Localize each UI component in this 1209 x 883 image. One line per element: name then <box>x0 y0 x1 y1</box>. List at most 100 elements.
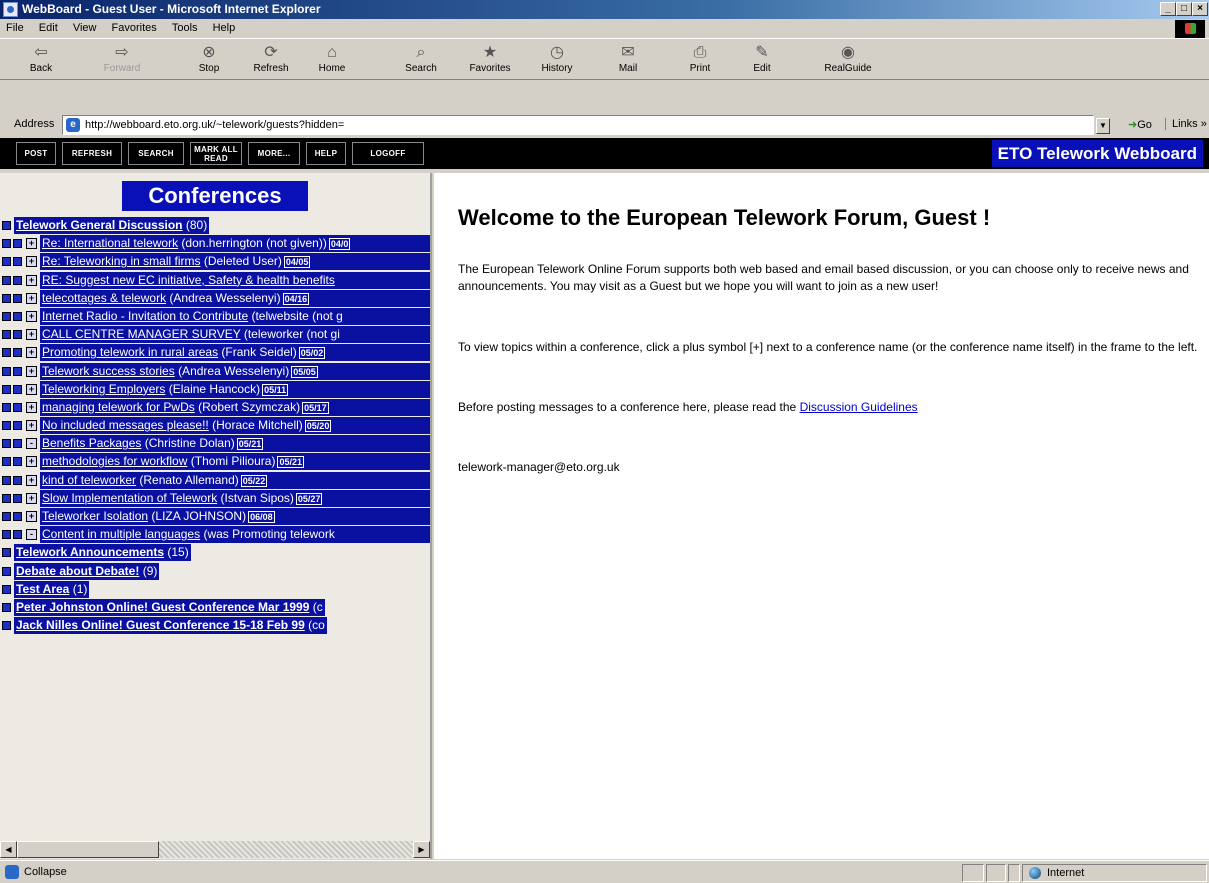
links-button[interactable]: Links » <box>1165 118 1207 130</box>
conference-title[interactable]: Peter Johnston Online! Guest Conference … <box>16 600 309 614</box>
conference-title[interactable]: Debate about Debate! <box>16 564 139 578</box>
topic-title[interactable]: Telework success stories <box>42 364 175 378</box>
expand-topic-icon[interactable]: + <box>26 329 37 341</box>
scroll-left-icon[interactable]: ◀ <box>0 841 17 858</box>
scroll-thumb[interactable] <box>17 841 159 858</box>
topic-row[interactable]: + Re: International telework (don.herring… <box>0 235 430 253</box>
topic-title[interactable]: No included messages please!! <box>42 418 209 432</box>
menu-tools[interactable]: Tools <box>166 19 204 34</box>
topic-title[interactable]: CALL CENTRE MANAGER SURVEY <box>42 327 241 341</box>
expand-topic-icon[interactable]: + <box>26 456 37 468</box>
collapse-topic-icon[interactable]: - <box>26 438 37 450</box>
refresh-button[interactable]: ⟳ Refresh <box>250 41 292 79</box>
conference-row[interactable]: Peter Johnston Online! Guest Conference … <box>0 598 430 617</box>
topic-row[interactable]: + Teleworking Employers (Elaine Hancock) 0… <box>0 380 430 399</box>
topic-row[interactable]: + Telework success stories (Andrea Wessel… <box>0 362 430 381</box>
collapse-topic-icon[interactable]: - <box>26 529 37 541</box>
go-button[interactable]: ➜Go <box>1128 118 1152 131</box>
topic-row[interactable]: + managing telework for PwDs (Robert Szym… <box>0 398 430 417</box>
horizontal-scrollbar[interactable]: ◀ ▶ <box>0 841 430 858</box>
topic-title[interactable]: Re: International telework <box>42 236 178 250</box>
menu-edit[interactable]: Edit <box>33 19 64 34</box>
expand-conference-icon[interactable] <box>2 221 11 230</box>
mail-button[interactable]: ✉ Mail <box>608 41 648 79</box>
forward-button[interactable]: ⇨ Forward <box>92 41 152 79</box>
expand-conference-icon[interactable] <box>2 602 11 612</box>
realguide-button[interactable]: ◉ RealGuide <box>820 41 876 79</box>
conference-title[interactable]: Test Area <box>16 582 69 596</box>
back-button[interactable]: ⇦ Back <box>18 41 64 79</box>
expand-topic-icon[interactable]: + <box>26 256 37 268</box>
expand-topic-icon[interactable]: + <box>26 401 37 413</box>
topic-title[interactable]: Slow Implementation of Telework <box>42 491 217 505</box>
logoff-button[interactable]: LOGOFF <box>352 142 424 165</box>
search-button[interactable]: SEARCH <box>128 142 184 165</box>
search-button[interactable]: ⌕ Search <box>395 41 447 79</box>
conference-row[interactable]: Test Area (1) <box>0 580 430 599</box>
menu-view[interactable]: View <box>67 19 103 34</box>
topic-row[interactable]: + Slow Implementation of Telework (Istvan… <box>0 489 430 508</box>
discussion-guidelines-link[interactable]: Discussion Guidelines <box>800 400 918 414</box>
topic-title[interactable]: RE: Suggest new EC initiative, Safety & … <box>42 273 335 287</box>
home-button[interactable]: ⌂ Home <box>312 41 352 79</box>
expand-topic-icon[interactable]: + <box>26 274 37 286</box>
topic-row[interactable]: + Re: Teleworking in small firms (Deleted… <box>0 253 430 271</box>
menu-favorites[interactable]: Favorites <box>106 19 163 34</box>
conference-row[interactable]: Telework Announcements (15) <box>0 544 430 562</box>
address-input[interactable]: e http://webboard.eto.org.uk/~telework/g… <box>62 115 1094 135</box>
topic-title[interactable]: managing telework for PwDs <box>42 400 195 414</box>
expand-topic-icon[interactable]: + <box>26 365 37 377</box>
topic-row[interactable]: + Promoting telework in rural areas (Fran… <box>0 344 430 362</box>
expand-topic-icon[interactable]: + <box>26 492 37 504</box>
topic-title[interactable]: Internet Radio - Invitation to Contribut… <box>42 309 248 323</box>
topic-title[interactable]: methodologies for workflow <box>42 454 187 468</box>
scroll-right-icon[interactable]: ▶ <box>413 841 430 858</box>
maximize-button[interactable]: □ <box>1176 2 1192 16</box>
conference-title[interactable]: Telework Announcements <box>16 545 164 559</box>
topic-title[interactable]: Content in multiple languages <box>42 527 200 541</box>
more-button[interactable]: MORE... <box>248 142 300 165</box>
topic-row[interactable]: + telecottages & telework (Andrea Wessele… <box>0 289 430 308</box>
conference-row[interactable]: Telework General Discussion (80) <box>0 217 430 235</box>
minimize-button[interactable]: _ <box>1160 2 1176 16</box>
expand-topic-icon[interactable]: + <box>26 310 37 322</box>
conference-title[interactable]: Jack Nilles Online! Guest Conference 15-… <box>16 618 305 632</box>
topic-row[interactable]: + No included messages please!! (Horace M… <box>0 417 430 435</box>
topic-title[interactable]: Teleworking Employers <box>42 382 165 396</box>
expand-conference-icon[interactable] <box>2 566 11 576</box>
edit-button[interactable]: ✎ Edit <box>742 41 782 79</box>
menu-file[interactable]: File <box>0 19 30 34</box>
expand-conference-icon[interactable] <box>2 548 11 558</box>
favorites-button[interactable]: ★ Favorites <box>462 41 518 79</box>
conference-row[interactable]: Jack Nilles Online! Guest Conference 15-… <box>0 617 430 635</box>
address-dropdown-button[interactable]: ▼ <box>1096 118 1110 134</box>
topic-row[interactable]: + methodologies for workflow (Thomi Pilio… <box>0 453 430 471</box>
refresh-button[interactable]: REFRESH <box>62 142 122 165</box>
topic-title[interactable]: Teleworker Isolation <box>42 509 148 523</box>
topic-title[interactable]: kind of teleworker <box>42 473 136 487</box>
mark-all-read-button[interactable]: MARK ALL READ <box>190 142 242 165</box>
menu-help[interactable]: Help <box>207 19 242 34</box>
history-button[interactable]: ◷ History <box>530 41 584 79</box>
topic-row[interactable]: + CALL CENTRE MANAGER SURVEY (teleworker … <box>0 326 430 344</box>
print-button[interactable]: ⎙ Print <box>680 41 720 79</box>
topic-title[interactable]: Promoting telework in rural areas <box>42 345 218 359</box>
expand-topic-icon[interactable]: + <box>26 474 37 486</box>
topic-row[interactable]: + kind of teleworker (Renato Allemand) 05/… <box>0 471 430 490</box>
topic-row[interactable]: - Content in multiple languages (was Prom… <box>0 526 430 544</box>
topic-row[interactable]: + RE: Suggest new EC initiative, Safety &… <box>0 271 430 290</box>
expand-topic-icon[interactable]: + <box>26 420 37 432</box>
conference-title[interactable]: Telework General Discussion <box>16 218 183 232</box>
close-button[interactable]: × <box>1192 2 1208 16</box>
expand-topic-icon[interactable]: + <box>26 511 37 522</box>
topic-row[interactable]: - Benefits Packages (Christine Dolan) 05/2… <box>0 435 430 453</box>
conference-row[interactable]: Debate about Debate! (9) <box>0 562 430 581</box>
expand-conference-icon[interactable] <box>2 584 11 594</box>
expand-topic-icon[interactable]: + <box>26 292 37 304</box>
topic-title[interactable]: telecottages & telework <box>42 291 166 305</box>
expand-topic-icon[interactable]: + <box>26 238 37 250</box>
help-button[interactable]: HELP <box>306 142 346 165</box>
topic-title[interactable]: Re: Teleworking in small firms <box>42 254 201 268</box>
topic-title[interactable]: Benefits Packages <box>42 436 141 450</box>
expand-topic-icon[interactable]: + <box>26 347 37 359</box>
